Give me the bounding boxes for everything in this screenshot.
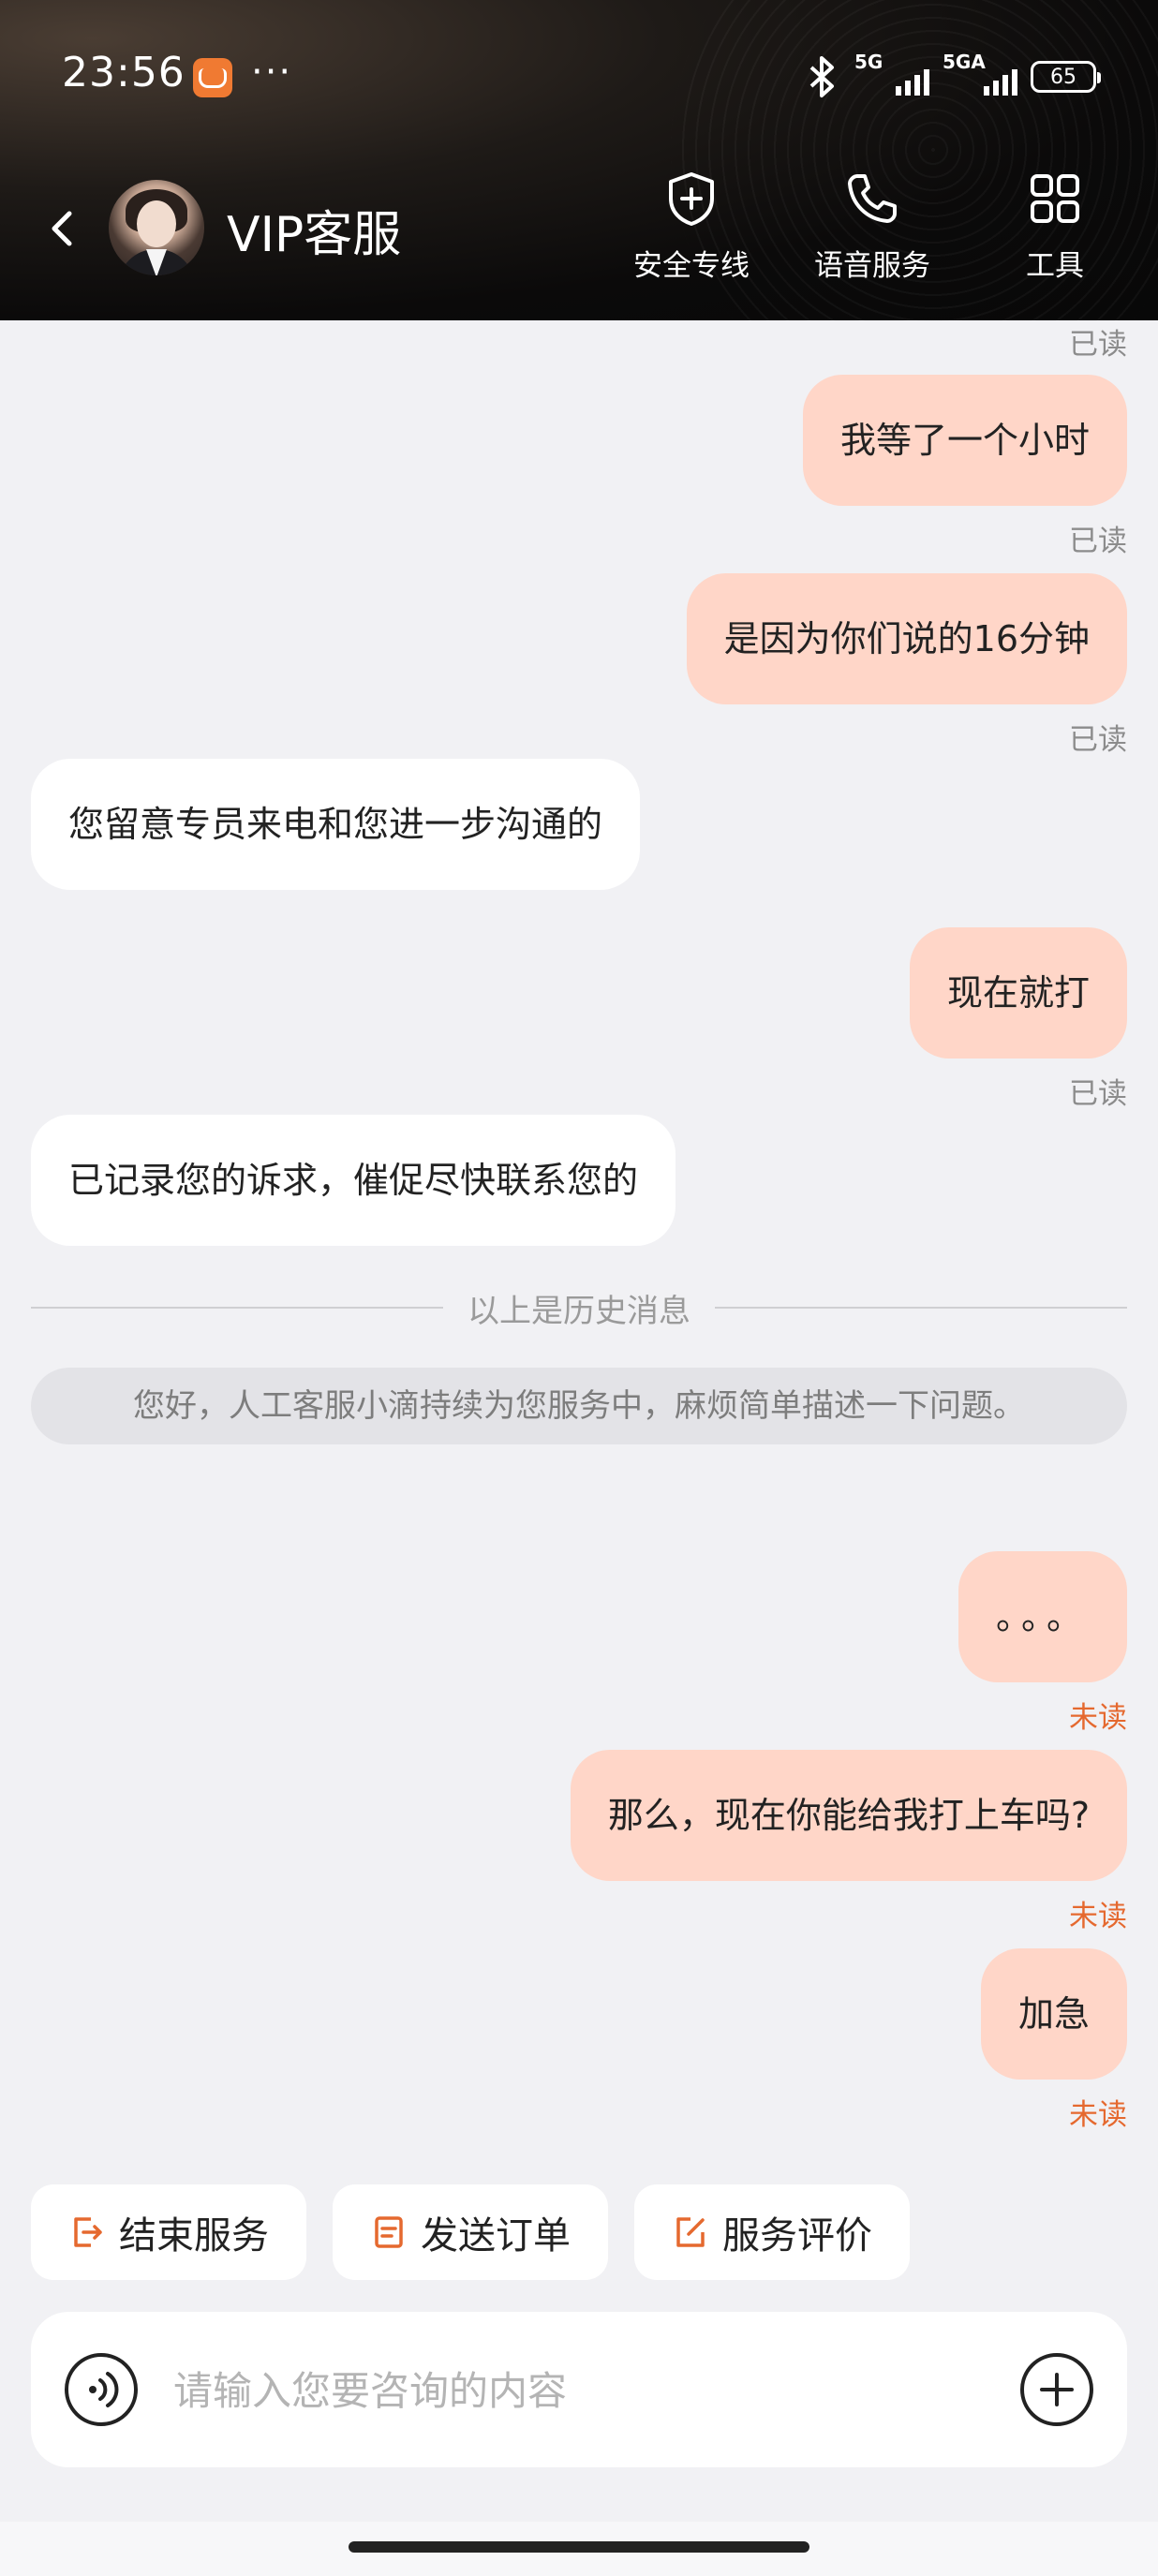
history-divider-text: 以上是历史消息 bbox=[468, 1292, 690, 1330]
message-text: 那么，现在你能给我打上车吗? bbox=[607, 1795, 1090, 1836]
my-message-bubble[interactable]: 。。。 bbox=[958, 1551, 1127, 1682]
message-text: 现在就打 bbox=[946, 972, 1090, 1014]
back-arrow-icon[interactable] bbox=[43, 200, 81, 257]
read-status: 已读 bbox=[1069, 723, 1127, 757]
tools-label: 工具 bbox=[1026, 249, 1084, 283]
edit-icon bbox=[676, 2217, 705, 2247]
voice-service-button[interactable]: 语音服务 bbox=[814, 169, 930, 284]
unread-status: 未读 bbox=[1069, 1701, 1127, 1735]
system-message-text: 您好，人工客服小滴持续为您服务中，麻烦简单描述一下问题。 bbox=[133, 1387, 1025, 1425]
message-text: 是因为你们说的16分钟 bbox=[723, 618, 1090, 659]
more-notifications-icon: ··· bbox=[251, 51, 293, 94]
message-text: 。。。 bbox=[995, 1596, 1090, 1637]
page-title: VIP客服 bbox=[227, 207, 402, 263]
phone-icon bbox=[848, 174, 897, 223]
voice-service-label: 语音服务 bbox=[814, 249, 930, 283]
agent-message-bubble[interactable]: 您留意专员来电和您进一步沟通的 bbox=[31, 759, 641, 890]
add-plus-icon[interactable] bbox=[1018, 2351, 1095, 2428]
safety-line-label: 安全专线 bbox=[633, 249, 750, 283]
read-status: 已读 bbox=[1069, 328, 1127, 362]
status-indicators: 5G 5GA 65 bbox=[804, 51, 1101, 99]
quick-actions: 结束服务 发送订单 服务评价 bbox=[31, 2184, 910, 2280]
signal-5ga-icon: 5GA bbox=[943, 51, 1017, 99]
agent-avatar[interactable] bbox=[109, 180, 204, 275]
message-text: 您留意专员来电和您进一步沟通的 bbox=[68, 804, 603, 845]
didi-app-icon bbox=[193, 58, 232, 97]
exit-icon bbox=[74, 2217, 102, 2247]
tools-button[interactable]: 工具 bbox=[1025, 169, 1085, 284]
agent-message-bubble[interactable]: 已记录您的诉求，催促尽快联系您的 bbox=[31, 1115, 676, 1246]
end-service-button[interactable]: 结束服务 bbox=[31, 2184, 306, 2280]
shield-plus-icon bbox=[669, 172, 714, 226]
safety-line-button[interactable]: 安全专线 bbox=[633, 169, 750, 284]
bluetooth-icon bbox=[809, 56, 834, 97]
message-input[interactable] bbox=[171, 2349, 943, 2432]
order-icon bbox=[375, 2216, 403, 2248]
grid-icon bbox=[1031, 174, 1079, 223]
message-text: 加急 bbox=[1017, 1993, 1090, 2035]
my-message-bubble[interactable]: 我等了一个小时 bbox=[802, 375, 1127, 506]
my-message-bubble[interactable]: 是因为你们说的16分钟 bbox=[686, 573, 1127, 704]
message-text: 我等了一个小时 bbox=[839, 420, 1090, 461]
chat-header: 23:56 ··· 5G 5GA 65 VIP客服 安全专线 语音服务 工具 bbox=[0, 0, 1158, 320]
service-rating-button[interactable]: 服务评价 bbox=[634, 2184, 910, 2280]
end-service-label: 结束服务 bbox=[119, 2214, 269, 2258]
my-message-bubble[interactable]: 那么，现在你能给我打上车吗? bbox=[570, 1750, 1127, 1881]
my-message-bubble[interactable]: 加急 bbox=[980, 1948, 1127, 2080]
send-order-button[interactable]: 发送订单 bbox=[333, 2184, 608, 2280]
voice-input-icon[interactable] bbox=[63, 2351, 140, 2428]
status-bar: 23:56 ··· 5G 5GA 65 bbox=[0, 0, 1158, 150]
battery-icon: 65 bbox=[1031, 61, 1101, 93]
unread-status: 未读 bbox=[1069, 2098, 1127, 2132]
message-input-bar bbox=[31, 2312, 1127, 2467]
read-status: 已读 bbox=[1069, 525, 1127, 558]
battery-level: 65 bbox=[1050, 65, 1076, 89]
read-status: 已读 bbox=[1069, 1077, 1127, 1111]
system-message: 您好，人工客服小滴持续为您服务中，麻烦简单描述一下问题。 bbox=[31, 1368, 1127, 1444]
message-text: 已记录您的诉求，催促尽快联系您的 bbox=[68, 1160, 639, 1201]
unread-status: 未读 bbox=[1069, 1900, 1127, 1933]
send-order-label: 发送订单 bbox=[421, 2214, 571, 2258]
service-rating-label: 服务评价 bbox=[722, 2214, 872, 2258]
signal-5g-icon: 5G bbox=[854, 51, 929, 99]
status-time: 23:56 bbox=[62, 49, 186, 96]
history-divider: 以上是历史消息 bbox=[31, 1289, 1127, 1330]
home-indicator[interactable] bbox=[349, 2541, 809, 2553]
my-message-bubble[interactable]: 现在就打 bbox=[909, 927, 1127, 1059]
